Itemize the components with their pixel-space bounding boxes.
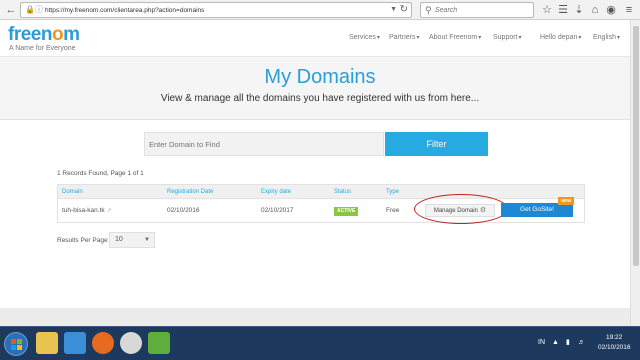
filter-button[interactable]: Filter: [385, 132, 488, 156]
column-header-expiry-date[interactable]: Expiry date: [261, 189, 291, 196]
firefox-icon[interactable]: [92, 332, 114, 354]
download-icon[interactable]: ⇣: [572, 3, 586, 17]
page-hero: My Domains View & manage all the domains…: [0, 56, 640, 120]
records-count: 1 Records Found, Page 1 of 1: [57, 170, 144, 177]
home-icon[interactable]: ⌂: [588, 3, 602, 17]
results-per-page-value: 10: [115, 236, 123, 243]
chevron-down-icon: ▾: [478, 35, 482, 41]
url-text: https://my.freenom.com/clientarea.php?ac…: [45, 7, 205, 14]
bookmark-star-icon[interactable]: ☆: [540, 3, 554, 17]
windows-taskbar: IN ▲ ▮ ♬ 19:22 02/10/2016: [0, 326, 640, 360]
nav-services[interactable]: Services▾: [349, 34, 380, 42]
site-header: freenom A Name for Everyone Services▾ Pa…: [0, 20, 640, 56]
column-header-registration-date[interactable]: Registration Date: [167, 189, 213, 196]
chevron-down-icon: ▾: [518, 35, 522, 41]
manage-domain-label: Manage Domain: [433, 208, 478, 214]
column-header-type[interactable]: Type: [386, 189, 399, 196]
domain-name[interactable]: tuh-bisa-kan.tk: [62, 207, 105, 214]
chevron-down-icon: ▾: [416, 35, 420, 41]
table-row: tuh-bisa-kan.tk ↗ 02/10/2016 02/10/2017 A…: [57, 194, 585, 224]
lock-icon: 🔒: [25, 5, 35, 14]
nav-services-label: Services: [349, 34, 376, 41]
page-scrollbar[interactable]: [630, 20, 640, 326]
get-gosite-button[interactable]: Get GoSite!: [501, 203, 573, 217]
chevron-down-icon: ▾: [616, 35, 620, 41]
nav-user[interactable]: Hello depan▾: [540, 34, 581, 42]
bookmarks-list-icon[interactable]: ☰: [556, 3, 570, 17]
file-explorer-icon[interactable]: [36, 332, 58, 354]
chevron-down-icon: ▾: [578, 35, 582, 41]
info-icon[interactable]: ⓘ: [35, 5, 43, 15]
clock-time[interactable]: 19:22: [606, 334, 622, 342]
results-per-page-label: Results Per Page: [57, 237, 108, 244]
nav-user-label: Hello depan: [540, 34, 578, 41]
nav-language[interactable]: English▾: [593, 34, 620, 42]
dropdown-icon[interactable]: ▼: [390, 4, 397, 16]
nav-about-label: About Freenom: [429, 34, 478, 41]
nav-about[interactable]: About Freenom▾: [429, 34, 481, 42]
expiry-date-cell: 02/10/2017: [261, 207, 294, 214]
page-subtitle: View & manage all the domains you have r…: [160, 93, 480, 104]
logo-accent: o: [51, 24, 64, 45]
windows-logo-icon: [11, 339, 23, 351]
pocket-icon[interactable]: ◉: [604, 3, 618, 17]
nav-language-label: English: [593, 34, 616, 41]
tagline: A Name for Everyone: [9, 45, 76, 52]
nav-partners-label: Partners: [389, 34, 416, 41]
main-content: Filter 1 Records Found, Page 1 of 1 Doma…: [0, 120, 640, 308]
address-bar[interactable]: ⓘ 🔒 https://my.freenom.com/clientarea.ph…: [20, 2, 412, 18]
domain-filter-input[interactable]: [144, 132, 384, 156]
browser-toolbar: ← ⓘ 🔒 https://my.freenom.com/clientarea.…: [0, 0, 640, 20]
status-badge: ACTIVE: [334, 207, 359, 216]
network-icon[interactable]: ▮: [566, 339, 570, 347]
nav-support-label: Support: [493, 34, 518, 41]
reload-icon[interactable]: ↻: [400, 4, 408, 16]
media-player-icon[interactable]: [64, 332, 86, 354]
language-indicator[interactable]: IN: [538, 339, 545, 347]
column-header-status[interactable]: Status: [334, 189, 351, 196]
start-button[interactable]: [4, 332, 28, 356]
menu-icon[interactable]: ≡: [622, 3, 636, 17]
browser-search-box[interactable]: ⚲: [420, 2, 534, 18]
gear-icon: ⚙: [479, 207, 487, 214]
table-header: Domain Registration Date Expiry date Sta…: [57, 184, 585, 199]
chrome-icon[interactable]: [120, 332, 142, 354]
manage-domain-button[interactable]: Manage Domain ⚙: [425, 204, 495, 217]
page-title: My Domains: [264, 66, 376, 88]
search-icon: ⚲: [425, 5, 432, 15]
registration-date-cell: 02/10/2016: [167, 207, 200, 214]
freenom-logo[interactable]: freenom: [8, 24, 80, 45]
volume-icon[interactable]: ♬: [578, 339, 585, 347]
column-header-domain[interactable]: Domain: [62, 189, 83, 196]
scrollbar-thumb[interactable]: [633, 26, 639, 266]
results-per-page-select[interactable]: 10 ▼: [109, 232, 155, 248]
external-link-icon[interactable]: ↗: [107, 208, 112, 214]
nav-partners[interactable]: Partners▾: [389, 34, 419, 42]
browser-search-input[interactable]: [435, 5, 531, 16]
tray-up-icon[interactable]: ▲: [552, 339, 559, 347]
new-badge: NEW: [558, 197, 574, 205]
clock-date[interactable]: 02/10/2016: [598, 344, 631, 352]
domain-cell[interactable]: tuh-bisa-kan.tk ↗: [62, 207, 112, 215]
chevron-down-icon: ▼: [144, 237, 150, 243]
back-icon[interactable]: ←: [4, 3, 18, 17]
logo-text: freenom: [8, 24, 80, 45]
app-icon[interactable]: [148, 332, 170, 354]
type-cell: Free: [386, 207, 400, 214]
chevron-down-icon: ▾: [376, 35, 380, 41]
nav-support[interactable]: Support▾: [493, 34, 522, 42]
